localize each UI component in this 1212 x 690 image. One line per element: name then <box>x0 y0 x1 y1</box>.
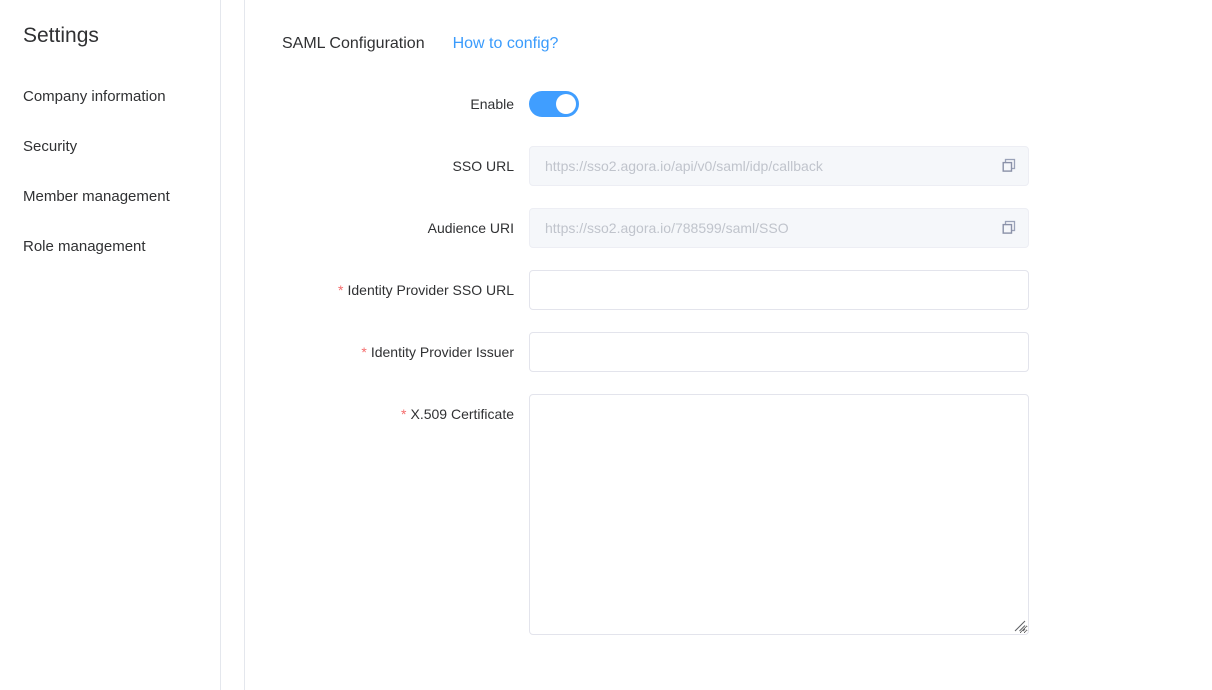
enable-field <box>529 84 1029 117</box>
x509-certificate-textarea[interactable] <box>529 394 1029 635</box>
sidebar: Settings Company information Security Me… <box>0 0 221 690</box>
x509-certificate-field <box>529 394 1029 635</box>
idp-sso-url-field <box>529 270 1029 310</box>
idp-issuer-label-text: Identity Provider Issuer <box>370 344 514 360</box>
idp-sso-url-label: * Identity Provider SSO URL <box>282 270 529 310</box>
sidebar-title: Settings <box>23 24 99 47</box>
form-row-enable: Enable <box>282 84 1212 124</box>
idp-sso-url-input[interactable] <box>530 271 1028 309</box>
sso-url-label: SSO URL <box>452 158 514 174</box>
settings-page: Settings Company information Security Me… <box>0 0 1212 690</box>
sidebar-item-label: Company information <box>23 88 166 105</box>
form-row-x509-certificate: * X.509 Certificate <box>282 394 1212 635</box>
form-row-audience-uri: Audience URI https://sso2.agora.io/78859… <box>282 208 1212 248</box>
sidebar-item-label: Role management <box>23 238 146 255</box>
sidebar-item-role-management[interactable]: Role management <box>0 222 220 272</box>
idp-sso-url-label-text: Identity Provider SSO URL <box>347 282 514 298</box>
required-asterisk: * <box>338 282 344 298</box>
audience-uri-input[interactable]: https://sso2.agora.io/788599/saml/SSO <box>529 208 1029 248</box>
required-asterisk: * <box>401 406 407 422</box>
toggle-knob <box>556 94 576 114</box>
form-row-idp-sso-url: * Identity Provider SSO URL <box>282 270 1212 310</box>
panel-gutter <box>221 0 245 690</box>
x509-textarea-wrap <box>529 394 1029 635</box>
sidebar-item-security[interactable]: Security <box>0 122 220 172</box>
copy-icon[interactable] <box>990 147 1028 185</box>
idp-issuer-field <box>529 332 1029 372</box>
x509-certificate-label-text: X.509 Certificate <box>410 406 515 422</box>
enable-toggle[interactable] <box>529 91 579 117</box>
enable-label: Enable <box>470 96 514 112</box>
audience-uri-field: https://sso2.agora.io/788599/saml/SSO <box>529 208 1029 248</box>
copy-icon[interactable] <box>990 209 1028 247</box>
form-row-sso-url: SSO URL https://sso2.agora.io/api/v0/sam… <box>282 146 1212 186</box>
idp-issuer-label: * Identity Provider Issuer <box>282 332 529 372</box>
sidebar-item-company-information[interactable]: Company information <box>0 72 220 122</box>
x509-certificate-label: * X.509 Certificate <box>282 394 529 434</box>
saml-configuration-panel: SAML Configuration How to config? Enable… <box>245 0 1212 690</box>
required-asterisk: * <box>361 344 367 360</box>
audience-uri-label: Audience URI <box>427 220 514 236</box>
sso-url-field: https://sso2.agora.io/api/v0/saml/idp/ca… <box>529 146 1029 186</box>
idp-issuer-input-shell[interactable] <box>529 332 1029 372</box>
sidebar-item-member-management[interactable]: Member management <box>0 172 220 222</box>
how-to-config-link[interactable]: How to config? <box>453 33 559 55</box>
sidebar-item-label: Security <box>23 138 78 155</box>
form-row-idp-issuer: * Identity Provider Issuer <box>282 332 1212 372</box>
idp-sso-url-input-shell[interactable] <box>529 270 1029 310</box>
sso-url-input[interactable]: https://sso2.agora.io/api/v0/saml/idp/ca… <box>529 146 1029 186</box>
sidebar-item-label: Member management <box>23 188 170 205</box>
audience-uri-value: https://sso2.agora.io/788599/saml/SSO <box>545 220 789 236</box>
idp-issuer-input[interactable] <box>530 333 1028 371</box>
panel-header: SAML Configuration How to config? <box>282 33 1212 55</box>
page-title: SAML Configuration <box>282 35 425 52</box>
sso-url-value: https://sso2.agora.io/api/v0/saml/idp/ca… <box>545 158 823 174</box>
